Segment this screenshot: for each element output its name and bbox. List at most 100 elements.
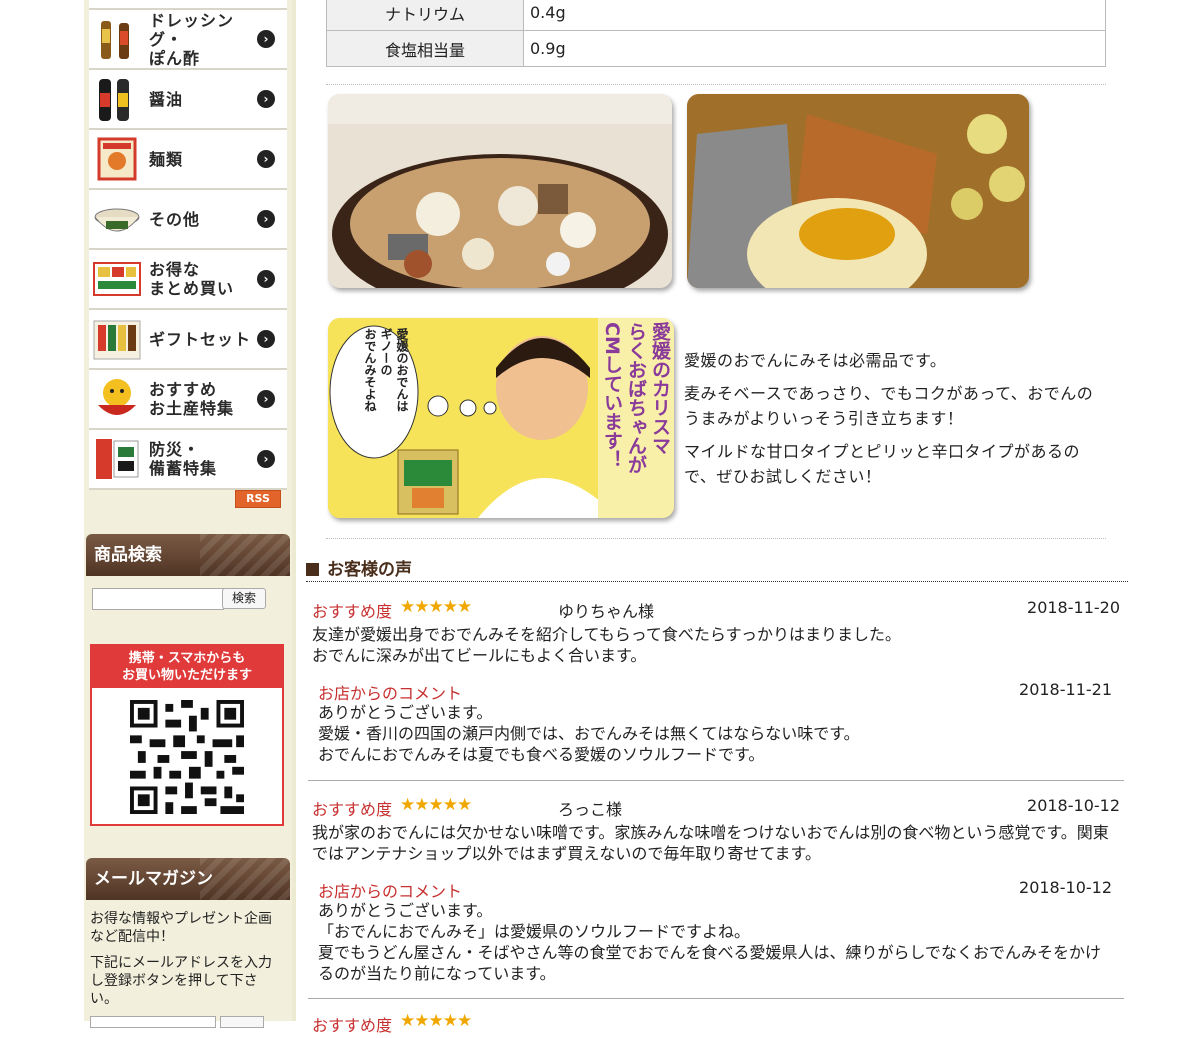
- nutrition-value: 0.9g: [523, 30, 1106, 67]
- search-heading: 商品検索: [86, 534, 290, 576]
- chevron-right-icon: ›: [257, 270, 275, 288]
- review-header: おすすめ度 ★★★★★: [312, 1011, 1120, 1038]
- newsletter-text: お得な情報やプレゼント企画など配信中！: [90, 911, 272, 945]
- cm-bubble-text: 愛媛のおでんは ギノーの おでんみそよね: [363, 328, 409, 412]
- review-body: 友達が愛媛出身でおでんみそを紹介してもらって食べたらすっかりはまりました。 おで…: [312, 625, 901, 665]
- review-separator: [308, 780, 1124, 781]
- mobile-heading-line1: 携帯・スマホからも: [128, 651, 246, 666]
- customer-voice-heading: お客様の声: [306, 555, 412, 580]
- shop-reply: お店からのコメント 2018-10-12 ありがとうございます。 「おでんにおで…: [318, 878, 1112, 984]
- category-label: おすすめ お土産特集: [149, 380, 235, 418]
- newsletter-instructions: 下記にメールアドレスを入力し登録ボタンを押して下さい。: [90, 955, 272, 1007]
- category-item-gift[interactable]: ギフトセット ›: [89, 310, 287, 370]
- review-header: おすすめ度 ★★★★★ ろっこ様 2018-10-12: [312, 795, 1120, 822]
- category-item-partial[interactable]: [89, 0, 287, 10]
- newsletter-heading: メールマガジン: [86, 858, 290, 900]
- square-bullet-icon: [306, 563, 319, 576]
- category-label: ドレッシング・ ぽん酢: [149, 10, 235, 68]
- chevron-right-icon: ›: [257, 450, 275, 468]
- category-item-other[interactable]: その他 ›: [89, 190, 287, 250]
- mobile-heading-line2: お買い物いただけます: [121, 668, 252, 683]
- nutrition-key: ナトリウム: [326, 0, 524, 31]
- chevron-right-icon: ›: [257, 390, 275, 408]
- newsletter-email-input[interactable]: [90, 1016, 216, 1028]
- promo-description: 愛媛のおでんにみそは必需品です。 麦みそベースであっさり、でもコクがあって、おで…: [684, 348, 1104, 497]
- category-label: 防災・ 備蓄特集: [149, 440, 218, 478]
- noodle-pack-icon: [91, 134, 143, 184]
- nutrition-value: 0.4g: [523, 0, 1106, 31]
- gift-set-icon: [91, 314, 143, 364]
- reply-date: 2018-11-21: [1019, 680, 1112, 699]
- bundle-pack-icon: [91, 254, 143, 304]
- category-label: ギフトセット: [149, 329, 252, 349]
- description-line: 麦みそベースであっさり、でもコクがあって、おでんのうまみがよりいっそう引き立ちま…: [684, 384, 1094, 428]
- shop-reply: お店からのコメント 2018-11-21 ありがとうございます。 愛媛・香川の四…: [318, 680, 1112, 765]
- review-separator: [308, 998, 1124, 999]
- review-item-partial: おすすめ度 ★★★★★: [312, 1011, 1120, 1038]
- reply-body: ありがとうございます。 「おでんにおでんみそ」は愛媛県のソウルフードですよね。 …: [318, 901, 1102, 983]
- chevron-right-icon: ›: [257, 30, 275, 48]
- page-margin: [0, 0, 82, 1021]
- chevron-right-icon: ›: [257, 210, 275, 228]
- category-label: 麺類: [149, 149, 184, 169]
- reply-header: お店からのコメント 2018-10-12: [318, 878, 1112, 901]
- dressing-bottles-icon: [91, 14, 143, 64]
- review-item: おすすめ度 ★★★★★ ゆりちゃん様 2018-11-20 友達が愛媛出身でおで…: [312, 597, 1120, 765]
- reviewer-name: ゆりちゃん様: [558, 602, 655, 621]
- bowl-icon: [91, 194, 143, 244]
- review-date: 2018-11-20: [1027, 598, 1120, 617]
- sidebar-divider: [292, 0, 296, 1021]
- chevron-right-icon: ›: [257, 90, 275, 108]
- newsletter-register-button[interactable]: [220, 1016, 264, 1028]
- emergency-stock-icon: [91, 434, 143, 484]
- rss-icon[interactable]: RSS: [235, 490, 281, 508]
- description-line: マイルドな甘口タイプとピリッと辛口タイプがあるので、ぜひお試しください！: [684, 442, 1081, 486]
- search-input[interactable]: [92, 588, 224, 610]
- star-rating-icon: ★★★★★: [400, 597, 472, 617]
- customer-voice-title: お客様の声: [327, 560, 412, 580]
- rating-label: おすすめ度: [312, 800, 393, 819]
- reply-date: 2018-10-12: [1019, 878, 1112, 897]
- review-item: おすすめ度 ★★★★★ ろっこ様 2018-10-12 我が家のおでんには欠かせ…: [312, 795, 1120, 984]
- review-body: 我が家のおでんには欠かせない味噌です。家族みんな味噌をつけないおでんは別の食べ物…: [312, 823, 1109, 863]
- rating-label: おすすめ度: [312, 1016, 393, 1035]
- category-label: お得な まとめ買い: [149, 260, 235, 298]
- mobile-heading: 携帯・スマホからも お買い物いただけます: [92, 646, 282, 688]
- main-content: ナトリウム 0.4g 食塩相当量 0.9g 愛媛のおでんは ギノーの おでんみそ…: [300, 0, 1200, 1035]
- oden-pot-photo: [328, 94, 672, 288]
- category-item-souvenir[interactable]: おすすめ お土産特集 ›: [89, 370, 287, 430]
- star-rating-icon: ★★★★★: [400, 1011, 472, 1031]
- table-row: 食塩相当量 0.9g: [326, 30, 1106, 67]
- rating-label: おすすめ度: [312, 602, 393, 621]
- reviewer-name: ろっこ様: [558, 800, 623, 819]
- category-item-dressing[interactable]: ドレッシング・ ぽん酢 ›: [89, 10, 287, 70]
- description-line: 愛媛のおでんにみそは必需品です。: [684, 351, 947, 370]
- nutrition-key: 食塩相当量: [326, 30, 524, 67]
- divider: [326, 538, 1106, 539]
- chevron-right-icon: ›: [257, 150, 275, 168]
- category-item-soy-sauce[interactable]: 醤油 ›: [89, 70, 287, 130]
- category-label: 醤油: [149, 89, 184, 109]
- reply-label: お店からのコメント: [318, 882, 463, 901]
- heading-rule: [306, 581, 1128, 582]
- nutrition-table: ナトリウム 0.4g 食塩相当量 0.9g: [326, 0, 1106, 67]
- chevron-right-icon: ›: [257, 330, 275, 348]
- reply-body: ありがとうございます。 愛媛・香川の四国の瀬戸内側では、おでんみそは無くてはなら…: [318, 703, 860, 764]
- table-row: ナトリウム 0.4g: [326, 0, 1106, 31]
- star-rating-icon: ★★★★★: [400, 795, 472, 815]
- reply-header: お店からのコメント 2018-11-21: [318, 680, 1112, 703]
- oden-closeup-photo: [687, 94, 1029, 288]
- category-item-emergency[interactable]: 防災・ 備蓄特集 ›: [89, 430, 287, 490]
- sidebar: ドレッシング・ ぽん酢 › 醤油 › 麺類 › その他 › お得な まとめ買い …: [84, 0, 292, 1028]
- category-item-noodles[interactable]: 麺類 ›: [89, 130, 287, 190]
- review-date: 2018-10-12: [1027, 796, 1120, 815]
- divider: [326, 84, 1106, 85]
- mobile-qr-panel: 携帯・スマホからも お買い物いただけます: [90, 644, 284, 826]
- review-header: おすすめ度 ★★★★★ ゆりちゃん様 2018-11-20: [312, 597, 1120, 624]
- category-item-bulk[interactable]: お得な まとめ買い ›: [89, 250, 287, 310]
- souvenir-character-icon: [91, 374, 143, 424]
- search-button[interactable]: 検索: [222, 588, 266, 609]
- cm-vertical-text: 愛媛のカリスマ らくおばちゃんが CMしています！: [601, 322, 671, 474]
- qr-code-icon[interactable]: [130, 700, 244, 814]
- category-list: ドレッシング・ ぽん酢 › 醤油 › 麺類 › その他 › お得な まとめ買い …: [89, 0, 287, 490]
